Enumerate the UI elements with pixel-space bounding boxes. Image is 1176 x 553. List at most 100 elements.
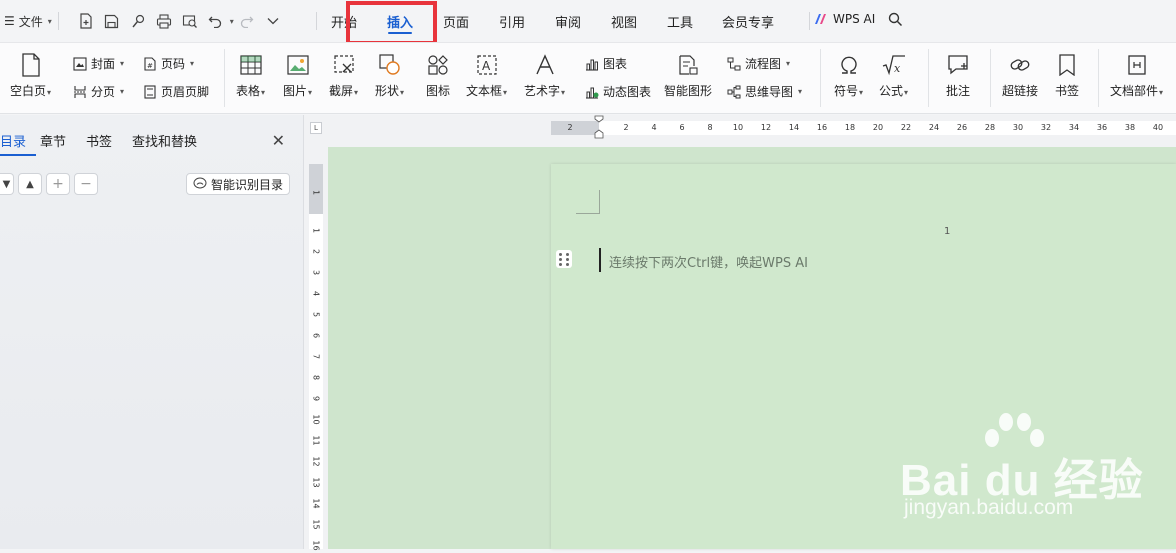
expand-up-button[interactable]: ▲ (18, 173, 42, 195)
navigation-pane: 目录 章节 书签 查找和替换 ✕ ▼ ▲ + − 智能识别目录 (0, 115, 304, 549)
smart-graphic-label: 智能图形 (664, 84, 713, 98)
chart-label: 图表 (603, 57, 628, 71)
comment-button[interactable]: 批注 (946, 53, 970, 99)
blank-page-button[interactable]: 空白页▾ (10, 53, 51, 99)
search-icon[interactable] (888, 12, 903, 31)
remove-level-button[interactable]: − (74, 173, 98, 195)
dynamic-chart-label: 动态图表 (603, 85, 652, 99)
divider (928, 49, 929, 107)
divider (990, 49, 991, 107)
tab-stop-selector[interactable]: L (310, 122, 322, 134)
collapse-down-button[interactable]: ▼ (0, 173, 14, 195)
horizontal-ruler[interactable]: 2 2 4 6 8 10 12 14 16 18 20 22 24 26 28 30 32 34 36 38 40 (551, 115, 1176, 139)
undo-icon[interactable] (203, 8, 229, 34)
ruler-tick-label: 20 (872, 123, 884, 132)
table-icon (239, 53, 263, 77)
sqrt-x-icon: x (882, 53, 906, 77)
textbox-label: 文本框 (466, 84, 503, 98)
chevron-down-icon: ▾ (1159, 88, 1164, 97)
svg-text:A: A (482, 59, 491, 73)
ruler-tick-label: 4 (311, 290, 321, 297)
save-icon[interactable] (99, 8, 125, 34)
close-icon[interactable]: ✕ (272, 131, 285, 150)
picture-button[interactable]: 图片▾ (283, 53, 312, 99)
mindmap-icon (726, 84, 741, 99)
screenshot-button[interactable]: 截屏▾ (329, 53, 358, 99)
nav-tab-toc[interactable]: 目录 (0, 131, 40, 156)
file-menu-button[interactable]: ☰ 文件 ▾ (0, 13, 52, 30)
hyperlink-label: 超链接 (1002, 84, 1039, 98)
formula-label: 公式 (879, 84, 904, 98)
tab-page[interactable]: 页面 (430, 0, 482, 42)
textbox-icon: A (475, 53, 499, 77)
print-preview-icon[interactable] (177, 8, 203, 34)
paragraph-drag-handle-icon[interactable] (556, 250, 572, 268)
dynamic-chart-button[interactable]: 动态图表 (584, 83, 651, 100)
ruler-tick-label: 36 (1096, 123, 1108, 132)
chart-button[interactable]: 图表 (584, 55, 627, 72)
dynamic-chart-icon (584, 84, 599, 99)
flowchart-label: 流程图 (745, 57, 782, 71)
tab-tools[interactable]: 工具 (654, 0, 706, 42)
flowchart-button[interactable]: 流程图 ▾ (726, 55, 790, 72)
ruler-tick-label: 7 (311, 353, 321, 360)
picture-icon (286, 53, 310, 77)
svg-text:#: # (147, 62, 153, 70)
page-number-button[interactable]: # 页码 ▾ (142, 55, 194, 72)
textbox-button[interactable]: A 文本框▾ (466, 53, 507, 99)
redo-icon[interactable] (234, 8, 260, 34)
bookmark-icon (1055, 53, 1079, 77)
vertical-ruler[interactable]: 1 1 2 3 4 5 6 7 8 9 10 11 12 13 14 15 16 (309, 164, 323, 551)
nav-tab-bookmarks[interactable]: 书签 (86, 131, 132, 150)
icon-button[interactable]: 图标 (426, 53, 450, 99)
format-painter-icon[interactable] (125, 8, 151, 34)
toc-level-buttons: ▼ ▲ + − (0, 173, 98, 195)
nav-tab-find-replace[interactable]: 查找和替换 (132, 131, 197, 150)
bookmark-label: 书签 (1055, 84, 1080, 98)
nav-tabs: 目录 章节 书签 查找和替换 (0, 131, 197, 156)
ruler-tick-label: 1 (311, 227, 321, 234)
shape-button[interactable]: 形状▾ (375, 53, 404, 99)
ai-hint-placeholder[interactable]: 连续按下两次Ctrl键，唤起WPS AI (609, 252, 808, 271)
smart-graphic-button[interactable]: 智能图形 (664, 53, 712, 99)
divider (1098, 49, 1099, 107)
ruler-tick-label: 15 (311, 519, 321, 530)
ruler-tick-label: 8 (311, 374, 321, 381)
tab-references[interactable]: 引用 (482, 0, 542, 42)
smart-toc-button[interactable]: 智能识别目录 (186, 173, 290, 195)
wordart-button[interactable]: 艺术字▾ (524, 53, 565, 99)
new-doc-icon[interactable] (73, 8, 99, 34)
link-icon (1008, 53, 1032, 77)
formula-button[interactable]: x 公式▾ (879, 53, 908, 99)
nav-tab-sections[interactable]: 章节 (40, 131, 86, 150)
ruler-tick-label: 40 (1152, 123, 1164, 132)
table-button[interactable]: 表格▾ (236, 53, 265, 99)
more-chevron-icon[interactable] (260, 8, 286, 34)
plus-icon: + (52, 176, 64, 192)
print-icon[interactable] (151, 8, 177, 34)
tab-review[interactable]: 审阅 (542, 0, 594, 42)
doc-parts-icon (1125, 53, 1149, 77)
tab-home[interactable]: 开始 (318, 0, 370, 42)
indent-marker-icon[interactable] (594, 115, 604, 139)
ruler-tick-label: 12 (760, 123, 772, 132)
wps-ai-button[interactable]: WPS AI (814, 12, 875, 26)
margin-crop-mark (576, 190, 600, 214)
ruler-tick-label: 2 (311, 248, 321, 255)
ruler-tick-label: 28 (984, 123, 996, 132)
add-level-button[interactable]: + (46, 173, 70, 195)
header-footer-button[interactable]: 页眉页脚 (142, 83, 209, 100)
mindmap-button[interactable]: 思维导图 ▾ (726, 83, 802, 100)
hyperlink-button[interactable]: 超链接 (1002, 53, 1038, 99)
doc-parts-button[interactable]: 文档部件▾ (1110, 53, 1163, 99)
tab-view[interactable]: 视图 (594, 0, 654, 42)
page-break-button[interactable]: 分页 ▾ (72, 83, 124, 100)
tab-insert[interactable]: 插入 (370, 0, 430, 42)
chevron-down-icon: ▾ (798, 87, 803, 96)
screenshot-label: 截屏 (329, 84, 354, 98)
tab-member[interactable]: 会员专享 (706, 0, 790, 42)
cover-button[interactable]: 封面 ▾ (72, 55, 124, 72)
cover-icon (72, 56, 87, 71)
bookmark-button[interactable]: 书签 (1055, 53, 1079, 99)
symbol-button[interactable]: 符号▾ (834, 53, 863, 99)
